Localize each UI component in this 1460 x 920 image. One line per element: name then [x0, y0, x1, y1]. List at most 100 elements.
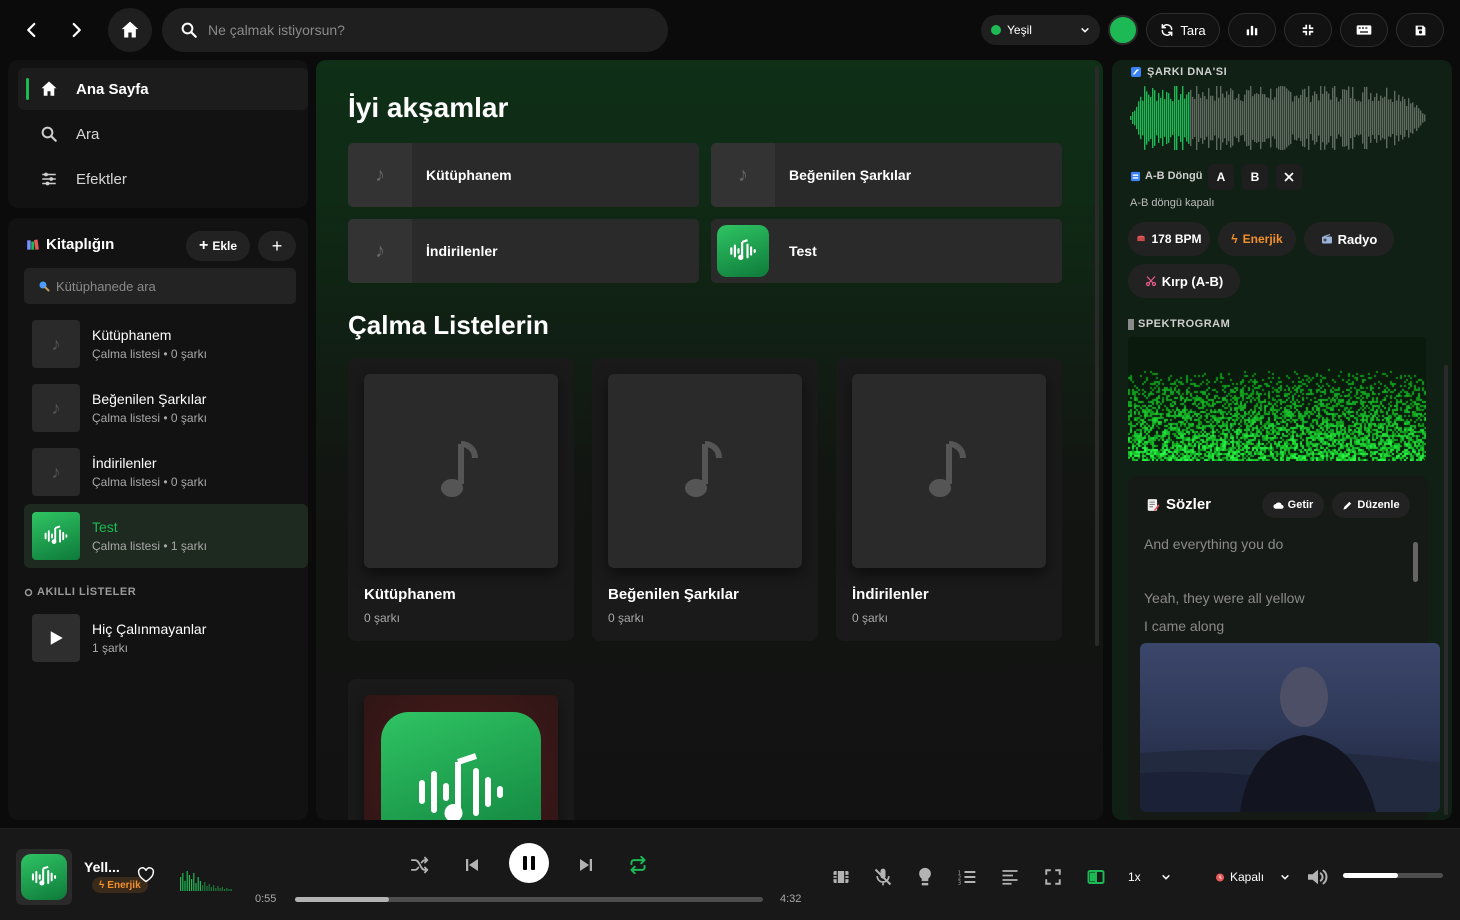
lyrics-button[interactable] [998, 865, 1022, 889]
now-playing-title[interactable]: Yell... [84, 859, 120, 875]
save-button[interactable] [1396, 13, 1444, 47]
playback-speed-select[interactable]: 1x [1128, 867, 1192, 887]
waveform-bar [1250, 86, 1252, 150]
playlist-card[interactable]: İndirilenler 0 şarkı [836, 358, 1062, 641]
forward-button[interactable] [60, 14, 92, 46]
stats-button[interactable] [1228, 13, 1276, 47]
greeting-title: İyi akşamlar [348, 92, 509, 123]
lyric-line: Yeah, they were all yellow [1144, 590, 1305, 606]
library-item[interactable]: ♪ İndirilenler Çalma listesi • 0 şarkı [24, 440, 308, 504]
waveform-bar [1402, 96, 1404, 140]
next-button[interactable] [574, 853, 598, 877]
repeat-button[interactable] [626, 853, 650, 877]
theme-select[interactable]: Yeşil [981, 15, 1100, 45]
add-library-button[interactable]: + Ekle [186, 231, 250, 261]
edit-lyrics-button[interactable]: Düzenle [1332, 492, 1410, 518]
volume-slider[interactable] [1343, 873, 1443, 878]
sleep-timer-select[interactable]: Kapalı [1214, 867, 1290, 887]
home-button[interactable] [108, 8, 152, 52]
music-video-thumbnail[interactable] [1140, 643, 1440, 812]
waveform-bar [1350, 97, 1352, 139]
waveform-bar [1378, 100, 1380, 136]
radio-button[interactable]: Radyo [1304, 222, 1394, 256]
shuffle-button[interactable] [408, 853, 432, 877]
search-input[interactable] [208, 22, 628, 38]
main-content: İyi akşamlar ♪ Kütüphanem ♪ Beğenilen Şa… [316, 60, 1103, 820]
smart-list-item[interactable]: Hiç Çalınmayanlar 1 şarkı [24, 606, 308, 670]
accent-color-picker[interactable] [1108, 15, 1138, 45]
waveform-bar [1186, 94, 1188, 142]
mute-button[interactable] [1305, 865, 1331, 889]
create-playlist-button[interactable]: + [258, 231, 296, 261]
quick-access-label: İndirilenler [426, 243, 498, 259]
main-scrollbar[interactable] [1095, 66, 1099, 646]
fetch-lyrics-button[interactable]: Getir [1262, 492, 1324, 518]
mood-chip[interactable]: ϟ Enerjik [1218, 222, 1296, 256]
nav-home[interactable]: Ana Sayfa [18, 68, 308, 110]
quick-access-item[interactable]: Test [711, 219, 1062, 283]
tips-button[interactable] [913, 865, 937, 889]
like-button[interactable] [136, 865, 156, 885]
music-note-icon [364, 374, 558, 568]
lyrics-scrollbar[interactable] [1413, 542, 1418, 582]
nav-search-label: Ara [76, 125, 100, 143]
waveform-bar [1316, 94, 1318, 142]
cut-ab-button[interactable]: Kırp (A-B) [1128, 264, 1240, 298]
waveform-bar [1344, 89, 1346, 147]
lyric-line: And everything you do [1144, 536, 1284, 552]
quick-access-item[interactable]: ♪ İndirilenler [348, 219, 699, 283]
visualizer-bar [226, 888, 228, 891]
queue-button[interactable]: 123 [955, 865, 979, 889]
previous-button[interactable] [460, 853, 484, 877]
music-note-icon [852, 374, 1046, 568]
waveform-bar [1206, 99, 1208, 137]
visualizer-button[interactable] [829, 865, 853, 889]
progress-bar[interactable] [295, 897, 763, 902]
fullscreen-button[interactable] [1041, 865, 1065, 889]
chevron-left-icon [27, 22, 36, 38]
library-item-subtitle: Çalma listesi • 0 şarkı [92, 475, 207, 489]
library-item[interactable]: ♪ Beğenilen Şarkılar Çalma listesi • 0 şa… [24, 376, 308, 440]
playlist-card[interactable]: Kütüphanem 0 şarkı [348, 358, 574, 641]
library-search[interactable]: Kütüphanede ara [24, 268, 296, 304]
radio-label: Radyo [1337, 231, 1378, 247]
library-item-active[interactable]: Test Çalma listesi • 1 şarkı [24, 504, 308, 568]
quick-access-item[interactable]: ♪ Beğenilen Şarkılar [711, 143, 1062, 207]
waveform-bar [1230, 88, 1232, 148]
library-title: Kitaplığın [46, 236, 115, 253]
right-panel-scrollbar[interactable] [1444, 365, 1448, 815]
library-item[interactable]: ♪ Kütüphanem Çalma listesi • 0 şarkı [24, 312, 308, 376]
set-a-button[interactable]: A [1208, 164, 1234, 190]
waveform-bar [1184, 98, 1186, 138]
nav-search[interactable]: Ara [18, 113, 308, 155]
mini-player-button[interactable] [1084, 865, 1108, 889]
back-button[interactable] [16, 14, 48, 46]
quick-access-item[interactable]: ♪ Kütüphanem [348, 143, 699, 207]
bpm-chip[interactable]: 178 BPM [1128, 222, 1210, 256]
waveform-bar [1148, 94, 1150, 142]
song-waveform[interactable] [1128, 86, 1428, 150]
waveform-bar [1276, 88, 1278, 148]
scan-button[interactable]: Tara [1146, 13, 1220, 47]
waveform-bar [1324, 86, 1326, 150]
music-note-icon: ♪ [32, 384, 80, 432]
total-time: 4:32 [780, 893, 802, 905]
waveform-bar [1302, 89, 1304, 147]
set-b-button[interactable]: B [1242, 164, 1268, 190]
waveform-bar [1314, 91, 1316, 145]
playlist-card[interactable]: Beğenilen Şarkılar 0 şarkı [592, 358, 818, 641]
now-playing-cover[interactable] [16, 849, 72, 905]
karaoke-button[interactable] [871, 865, 895, 889]
search-bar[interactable] [162, 8, 668, 52]
playlist-card[interactable] [348, 679, 574, 820]
visualizer-bar [197, 877, 199, 891]
clear-ab-button[interactable] [1276, 164, 1302, 190]
theme-select-value: Yeşil [1007, 23, 1032, 37]
keyboard-shortcuts-button[interactable] [1340, 13, 1388, 47]
waveform-bar [1360, 101, 1362, 135]
pause-button[interactable] [509, 843, 549, 883]
nav-effects[interactable]: Efektler [18, 158, 308, 200]
compact-mode-button[interactable] [1284, 13, 1332, 47]
skip-back-icon [466, 859, 478, 871]
player-bar: Yell... ϟ Enerjik 0:55 4:32 123 1x Kapal… [0, 828, 1460, 920]
